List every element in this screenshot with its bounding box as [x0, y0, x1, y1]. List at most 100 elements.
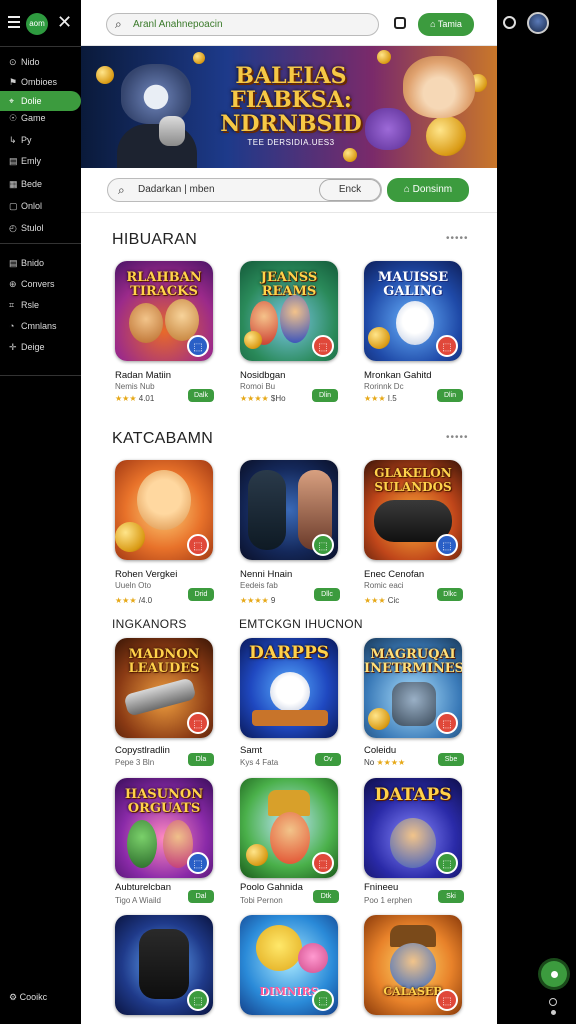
top-cta-label: Tamia — [437, 19, 462, 29]
sidebar-item-emly[interactable]: ▤ Emly — [0, 151, 81, 171]
sidebar-item-cmnlans[interactable]: ◔ Cmnlans — [0, 316, 81, 336]
chat-icon: ▢ — [9, 201, 18, 211]
cookie-settings-link[interactable]: ⚙ Cooikc — [9, 992, 47, 1003]
game-card-image[interactable]: GLAKELON SULANDOS ⬚ — [364, 460, 462, 560]
rating-stars-icon: ★★★ — [364, 394, 386, 403]
game-card-name[interactable]: Radan Matiin — [115, 370, 171, 381]
hero-banner[interactable]: BALEIAS FIABKSA: NDRNBSID TEE DERSIDIA.U… — [81, 46, 497, 168]
game-card-art-title: RLAHBAN TIRACKS — [126, 270, 202, 299]
game-card-image[interactable]: DARPPS — [240, 638, 338, 738]
game-get-button[interactable]: Dlin — [437, 389, 463, 402]
sidebar-item-rsle[interactable]: ⌗ Rsle — [0, 295, 81, 315]
game-card-publisher: Tobi Pernon — [240, 896, 283, 905]
game-card-publisher: Nemis Nub — [115, 382, 155, 391]
sidebar-item-game[interactable]: ☉ Game — [0, 108, 81, 128]
hamburger-menu-icon[interactable] — [8, 16, 20, 28]
checkbox-icon[interactable] — [394, 17, 406, 29]
enc-button[interactable]: Enck — [319, 179, 381, 201]
rating-prefix: No — [364, 758, 375, 767]
game-card-image[interactable]: ⬚ — [115, 915, 213, 1015]
search-input[interactable]: ⌕ Aranl Anahnepoacin — [106, 13, 379, 36]
cowboy-character — [390, 943, 436, 989]
sidebar-item-label: Bede — [21, 179, 43, 189]
game-card-image[interactable]: JEANSS REAMS ⬚ — [240, 261, 338, 361]
game-card-image[interactable]: MADNON LEAUDES ⬚ — [115, 638, 213, 738]
game-card-rating: ★★★ I.5 — [364, 394, 397, 403]
search-icon: ⌕ — [115, 17, 122, 31]
game-card-name[interactable]: Fnineeu — [364, 882, 398, 893]
game-card-name[interactable]: Nosidbgan — [240, 370, 285, 381]
sidebar-divider — [0, 375, 81, 376]
game-badge-icon: ⬚ — [436, 534, 458, 556]
donate-button[interactable]: ⌂ Donsinm — [387, 178, 469, 202]
game-get-button[interactable]: Dalk — [188, 389, 214, 402]
sidebar-item-ombioes[interactable]: ⚑ Ombioes — [0, 72, 81, 92]
game-card-name[interactable]: Samt — [240, 745, 262, 756]
plus-icon: ✛ — [9, 342, 17, 352]
more-options-icon[interactable]: ••••• — [446, 233, 469, 244]
game-card-name[interactable]: Coleidu — [364, 745, 396, 756]
sidebar-item-label: Bnido — [21, 258, 45, 268]
sidebar-divider — [0, 243, 81, 244]
sidebar-item-onlol[interactable]: ▢ Onlol — [0, 196, 81, 216]
close-icon[interactable]: ✕ — [57, 12, 72, 32]
game-badge-icon: ⬚ — [187, 989, 209, 1011]
coin-icon — [343, 148, 357, 162]
game-get-button[interactable]: Dtk — [313, 890, 339, 903]
game-get-button[interactable]: Dllc — [314, 588, 340, 601]
game-get-button[interactable]: Ski — [438, 890, 464, 903]
chat-fab-icon — [551, 971, 558, 978]
game-card-name[interactable]: Poolo Gahnida — [240, 882, 303, 893]
game-get-button[interactable]: Dlkc — [437, 588, 463, 601]
coin-icon — [96, 66, 114, 84]
game-card-name[interactable]: Mronkan Gahitd — [364, 370, 432, 381]
rating-stars-icon: ★★★ — [115, 394, 137, 403]
settings-icon[interactable] — [549, 998, 557, 1006]
game-card-image[interactable]: MAGRUQAI INETRMINES ⬚ — [364, 638, 462, 738]
coin-icon — [426, 116, 466, 156]
avatar[interactable] — [527, 12, 549, 34]
sidebar-item-stulol[interactable]: ◴ Stulol — [0, 218, 81, 238]
game-card-image[interactable]: MAUISSE GALING ⬚ — [364, 261, 462, 361]
clock2-icon: ◔ — [9, 321, 15, 331]
game-card-image[interactable]: HASUNON ORGUATS ⬚ — [115, 778, 213, 878]
game-card-name[interactable]: Aubturelcban — [115, 882, 171, 893]
sidebar-item-nido[interactable]: ⊙ Nido — [0, 52, 81, 72]
brand-logo[interactable]: aom — [26, 13, 48, 35]
sidebar-item-bnido[interactable]: ▤ Bnido — [0, 253, 81, 273]
game-get-button[interactable]: Dla — [188, 753, 214, 766]
game-card-name[interactable]: Nenni Hnain — [240, 569, 292, 580]
sidebar-item-convers[interactable]: ⊕ Convers — [0, 274, 81, 294]
bear-character — [270, 672, 310, 712]
game-card-image[interactable]: DIMNIRS ⬚ — [240, 915, 338, 1015]
more-options-icon[interactable]: ••••• — [446, 432, 469, 443]
game-card-name[interactable]: Rohen Vergkei — [115, 569, 177, 580]
game-get-button[interactable]: Ov — [315, 753, 341, 766]
section-title: KATCABAMN — [112, 430, 214, 447]
game-card-publisher: Kys 4 Fata — [240, 758, 279, 767]
sidebar-item-deige[interactable]: ✛ Deige — [0, 337, 81, 357]
rating-stars-icon: ★★★ — [115, 596, 137, 605]
game-card-image[interactable]: RLAHBAN TIRACKS ⬚ — [115, 261, 213, 361]
sidebar-item-py[interactable]: ↳ Py — [0, 130, 81, 150]
coin-icon — [244, 331, 262, 349]
game-card-image[interactable]: ⬚ — [240, 460, 338, 560]
game-card-image[interactable]: DATAPS ⬚ — [364, 778, 462, 878]
game-card-name[interactable]: Enec Cenofan — [364, 569, 424, 580]
sidebar-item-bede[interactable]: ▦ Bede — [0, 174, 81, 194]
top-cta-button[interactable]: ⌂ Tamia — [418, 13, 474, 36]
game-card-name[interactable]: Copystlradlin — [115, 745, 170, 756]
cowboy-character — [270, 812, 310, 864]
notification-icon[interactable] — [503, 16, 516, 29]
game-get-button[interactable]: Drid — [188, 588, 214, 601]
game-card-image[interactable]: CALASEB ⬚ — [364, 915, 462, 1015]
game-card-art-title: JEANSS REAMS — [260, 270, 318, 299]
section-divider — [81, 212, 497, 213]
game-card-image[interactable]: ⬚ — [240, 778, 338, 878]
player-character — [248, 470, 286, 550]
game-get-button[interactable]: Dlin — [312, 389, 338, 402]
cookie-label: Cooikc — [19, 992, 48, 1002]
game-card-image[interactable]: ⬚ — [115, 460, 213, 560]
game-get-button[interactable]: Sbe — [438, 753, 464, 766]
game-get-button[interactable]: Dal — [188, 890, 214, 903]
